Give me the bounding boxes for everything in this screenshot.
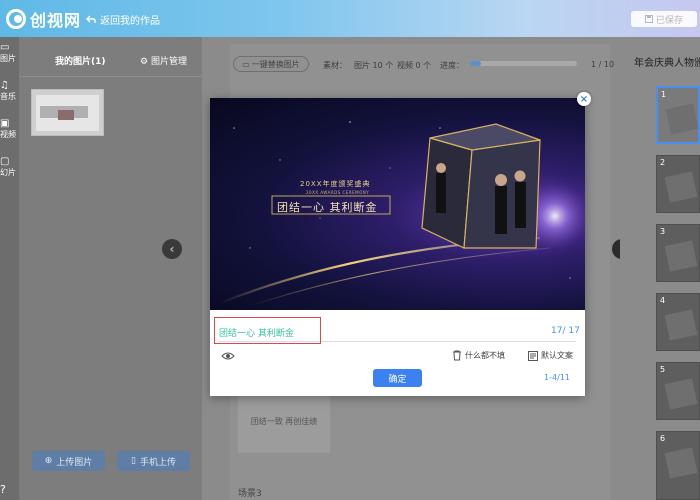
materials-label: 素材： <box>323 61 347 70</box>
saved-button[interactable]: 已保存 <box>631 11 697 27</box>
scene-thumb-4[interactable]: 4 <box>656 293 700 351</box>
scene-thumb-6[interactable]: 6 <box>656 431 700 500</box>
rail-item-label: 图片 <box>0 54 16 63</box>
document-icon <box>528 350 538 361</box>
progress-fill <box>470 61 481 66</box>
character-count: 17/ 17 <box>551 326 580 336</box>
scene-card-text: 团结一致 再创佳绩 <box>250 417 318 426</box>
upload-icon: ⊕ <box>44 456 53 466</box>
videos-count: 视频 0 个 <box>397 61 432 70</box>
page-index: 1-4/11 <box>544 373 570 382</box>
scene-card[interactable]: 团结一致 再创佳绩 <box>238 390 330 453</box>
scene-preview <box>665 103 699 135</box>
scene-number: 2 <box>660 158 666 167</box>
logo-icon <box>6 9 26 29</box>
scene-preview-image: 20XX年度颁奖盛典 20XX AWARDS CEREMONY 团结一心 其利断… <box>210 98 585 310</box>
rail-item-label: 幻片 <box>0 168 16 177</box>
gear-icon: ⚙ <box>140 57 149 67</box>
image-panel: 我的图片(1) ⚙ 图片管理 <box>19 37 202 500</box>
scene-thumb-3[interactable]: 3 <box>656 224 700 282</box>
tab-image-manage-label: 图片管理 <box>150 57 187 67</box>
page-count: 1 / 10 <box>591 60 615 69</box>
close-icon: × <box>579 93 589 105</box>
left-rail: ▭ 图片 ♫ 音乐 ▣ 视频 ▢ 幻片 ? <box>0 37 19 500</box>
phone-upload-button[interactable]: ▯ 手机上传 <box>117 451 190 471</box>
scene-number: 1 <box>661 90 667 99</box>
scene-preview <box>664 309 698 341</box>
preview-small-english: 20XX AWARDS CEREMONY <box>306 190 370 195</box>
eye-icon[interactable] <box>221 351 235 361</box>
music-icon: ♫ <box>0 80 9 91</box>
save-icon <box>644 15 653 23</box>
help-icon[interactable]: ? <box>0 483 19 496</box>
template-title: 年会庆典人物颁 <box>634 58 700 69</box>
confirm-button[interactable]: 确定 <box>373 369 422 387</box>
slide-icon: ▢ <box>0 156 10 167</box>
rail-item-slides[interactable]: ▢ 幻片 <box>0 156 19 178</box>
scene-preview <box>664 240 698 272</box>
photo-cube <box>421 123 541 249</box>
trash-icon <box>453 350 461 361</box>
back-arrow-icon <box>86 15 96 23</box>
leave-empty-button[interactable]: 什么都不填 <box>452 350 505 361</box>
prev-arrow-button[interactable]: ‹ <box>162 239 182 259</box>
progress-bar <box>470 61 577 66</box>
rail-item-music[interactable]: ♫ 音乐 <box>0 80 19 102</box>
preview-artwork <box>219 121 585 307</box>
scene-thumb-5[interactable]: 5 <box>656 362 700 420</box>
default-text-label: 默认文案 <box>541 351 573 360</box>
scene-preview <box>664 378 698 410</box>
thumbnail-photo <box>58 110 74 120</box>
scene-preview <box>664 171 698 203</box>
chevron-left-icon: ‹ <box>169 242 175 256</box>
image-thumbnail[interactable] <box>31 89 104 136</box>
rail-item-label: 音乐 <box>0 92 16 101</box>
phone-icon: ▯ <box>131 456 136 466</box>
replace-all-images-button[interactable]: ▭ 一键替换图片 <box>233 56 309 72</box>
scene-number: 6 <box>660 434 666 443</box>
replace-icon: ▭ <box>242 59 250 69</box>
caption-input-value: 团结一心 其利断金 <box>219 329 294 339</box>
back-to-works-link[interactable]: 返回我的作品 <box>86 12 160 27</box>
back-to-works-label: 返回我的作品 <box>100 16 160 27</box>
video-icon: ▣ <box>0 118 10 129</box>
tab-image-manage[interactable]: ⚙ 图片管理 <box>140 54 187 67</box>
top-header: 创视网 返回我的作品 已保存 <box>0 0 700 37</box>
rail-item-video[interactable]: ▣ 视频 <box>0 118 19 140</box>
tab-my-images[interactable]: 我的图片(1) <box>55 54 106 67</box>
preview-main-title: 团结一心 其利断金 <box>277 201 378 214</box>
preview-small-title: 20XX年度颁奖盛典 <box>300 180 371 188</box>
scene-thumb-2[interactable]: 2 <box>656 155 700 213</box>
scene-number: 5 <box>660 365 666 374</box>
scene-label: 场景3 <box>238 489 262 499</box>
saved-label: 已保存 <box>655 15 683 26</box>
logo-text: 创视网 <box>30 11 82 30</box>
scene-number: 4 <box>660 296 666 305</box>
scene-number: 3 <box>660 227 666 236</box>
rail-item-label: 视频 <box>0 130 16 139</box>
scene-preview <box>664 447 698 479</box>
images-count: 图片 10 个 <box>354 61 394 70</box>
image-icon: ▭ <box>0 42 10 53</box>
replace-all-images-label: 一键替换图片 <box>251 59 300 69</box>
image-panel-tabs: 我的图片(1) ⚙ 图片管理 <box>19 37 202 77</box>
upload-image-button[interactable]: ⊕ 上传图片 <box>32 451 105 471</box>
leave-empty-label: 什么都不填 <box>465 351 505 360</box>
logo[interactable]: 创视网 <box>6 8 81 30</box>
default-text-button[interactable]: 默认文案 <box>528 350 573 361</box>
progress-label: 进度： <box>440 61 464 70</box>
rail-item-images[interactable]: ▭ 图片 <box>0 42 19 64</box>
phone-upload-label: 手机上传 <box>139 457 176 468</box>
scene-thumb-1[interactable]: 1 <box>656 86 700 144</box>
close-button[interactable]: × <box>577 92 591 106</box>
upload-image-label: 上传图片 <box>56 457 93 468</box>
